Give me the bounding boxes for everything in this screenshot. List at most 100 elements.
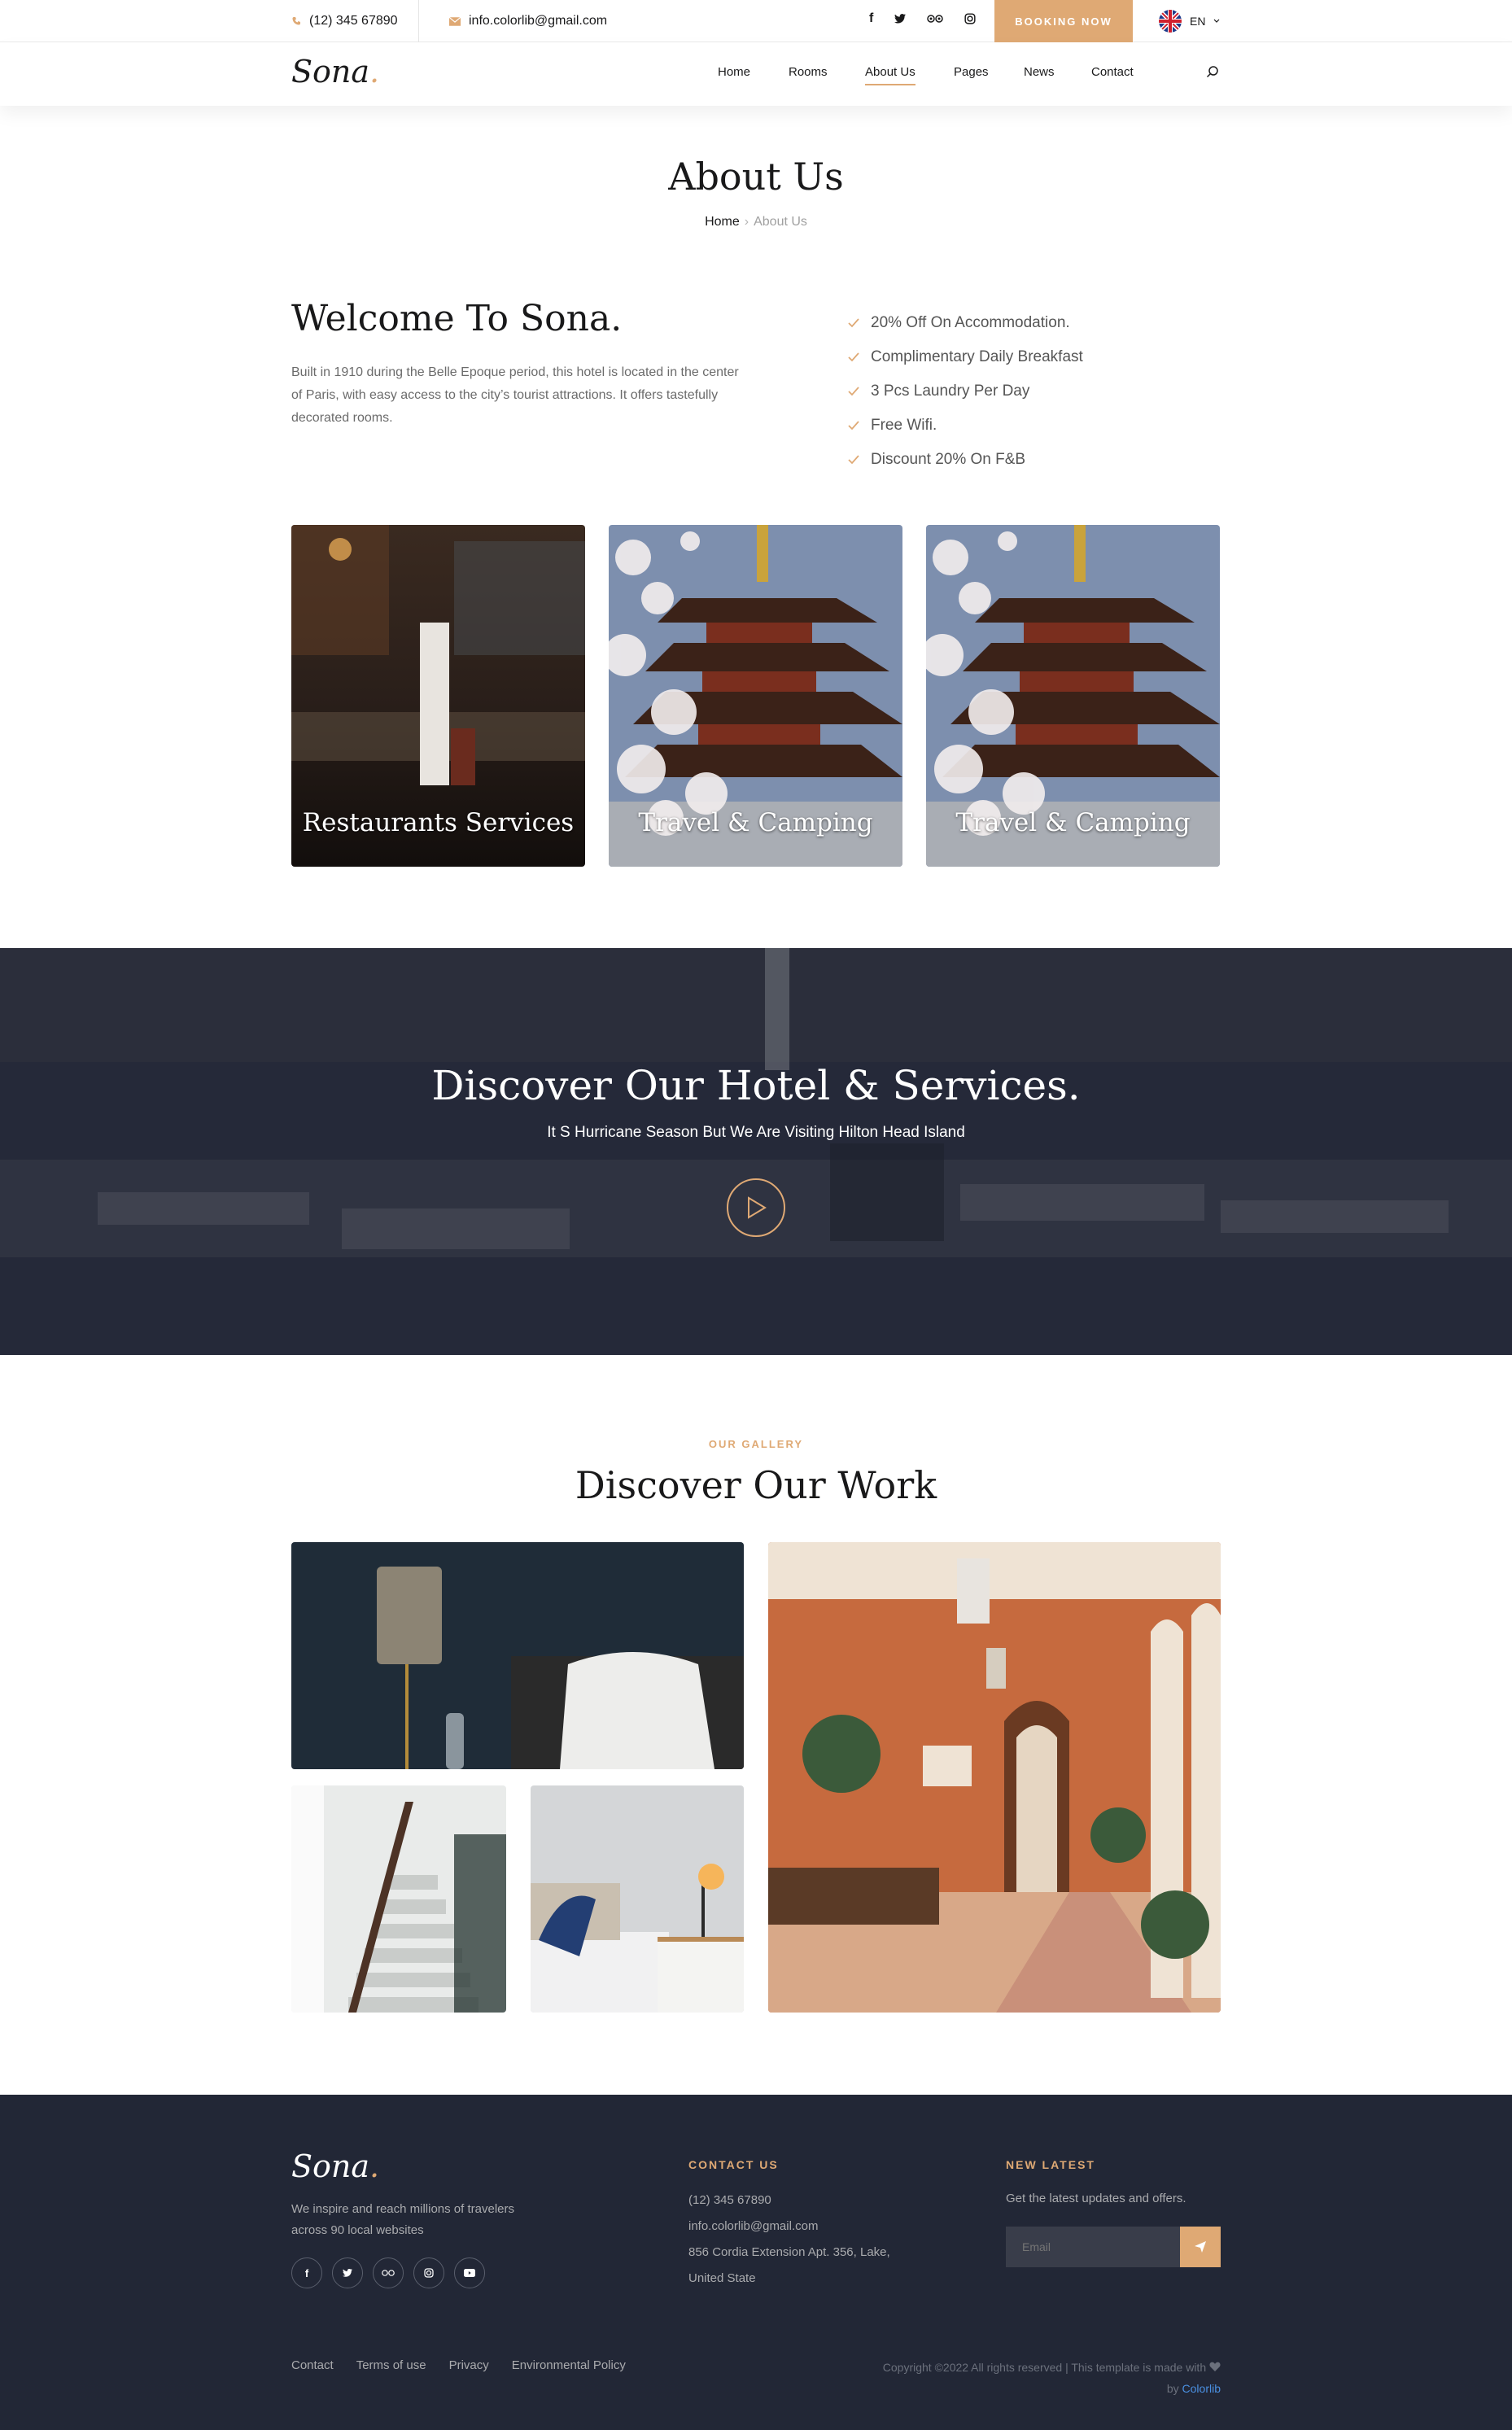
top-bar xyxy=(0,0,1512,42)
welcome-heading: Welcome To Sona. xyxy=(291,298,623,339)
bedside-photo xyxy=(531,1785,744,2013)
footer-contact-address: United State xyxy=(688,2271,756,2285)
footer-contact-email: info.colorlib@gmail.com xyxy=(688,2219,819,2233)
topbar-phone-text: (12) 345 67890 xyxy=(309,14,398,28)
mail-icon xyxy=(449,16,461,26)
breadcrumb-home[interactable]: Home xyxy=(705,215,740,229)
footer-contact-phone: (12) 345 67890 xyxy=(688,2193,771,2207)
play-video-button[interactable] xyxy=(727,1178,785,1237)
heart-icon xyxy=(1209,2362,1221,2371)
footer-link-privacy[interactable]: Privacy xyxy=(449,2358,489,2372)
copyright-text: Copyright ©2022 All rights reserved | Th… xyxy=(882,2361,1207,2374)
feature-text: 20% Off On Accommodation. xyxy=(871,314,1070,331)
service-card-restaurants[interactable]: Restaurants Services xyxy=(291,525,585,867)
page-title: About Us xyxy=(668,155,844,199)
gallery-item-courtyard[interactable] xyxy=(768,1542,1221,2013)
banner-background xyxy=(0,948,1512,1355)
chevron-down-icon xyxy=(1214,19,1220,23)
footer-contact-heading: CONTACT US xyxy=(688,2158,779,2171)
facebook-icon[interactable]: f xyxy=(869,11,873,26)
twitter-icon[interactable] xyxy=(332,2257,363,2288)
instagram-icon[interactable] xyxy=(413,2257,444,2288)
nav-news[interactable]: News xyxy=(1024,65,1055,79)
bedroom-lamp-photo xyxy=(291,1542,744,1769)
feature-text: Complimentary Daily Breakfast xyxy=(871,348,1083,365)
nav-pages[interactable]: Pages xyxy=(954,65,989,79)
footer-links: Contact Terms of use Privacy Environment… xyxy=(291,2358,626,2372)
youtube-icon[interactable] xyxy=(454,2257,485,2288)
tripadvisor-icon[interactable] xyxy=(373,2257,404,2288)
newsletter-email-input[interactable] xyxy=(1006,2227,1180,2267)
copyright: Copyright ©2022 All rights reserved | Th… xyxy=(814,2357,1221,2399)
site-logo[interactable]: Sona. xyxy=(291,54,379,90)
breadcrumb: Home › About Us xyxy=(0,215,1512,229)
footer-logo[interactable]: Sona. xyxy=(291,2148,379,2184)
check-icon xyxy=(848,455,859,465)
phone-icon xyxy=(292,17,300,25)
check-icon xyxy=(848,318,859,328)
footer-social: f xyxy=(291,2257,485,2288)
service-card-travel-1[interactable]: Travel & Camping xyxy=(609,525,902,867)
uk-flag-icon xyxy=(1159,10,1182,33)
language-label: EN xyxy=(1190,15,1206,28)
language-selector[interactable]: EN xyxy=(1159,0,1220,42)
banner-heading: Discover Our Hotel & Services. xyxy=(431,1062,1081,1109)
footer-link-terms[interactable]: Terms of use xyxy=(356,2358,426,2372)
facebook-icon[interactable]: f xyxy=(291,2257,322,2288)
feature-item: Discount 20% On F&B xyxy=(848,443,1083,477)
staircase-photo xyxy=(291,1785,506,2013)
feature-item: Free Wifi. xyxy=(848,409,1083,443)
service-card-title: Travel & Camping xyxy=(638,808,873,837)
gallery-item-staircase[interactable] xyxy=(291,1785,506,2013)
footer-news-text: Get the latest updates and offers. xyxy=(1006,2192,1186,2205)
gallery-item-bedside[interactable] xyxy=(531,1785,744,2013)
instagram-icon[interactable] xyxy=(964,13,976,24)
main-navbar xyxy=(0,42,1512,106)
footer-link-contact[interactable]: Contact xyxy=(291,2358,334,2372)
service-card-travel-2[interactable]: Travel & Camping xyxy=(926,525,1220,867)
feature-item: 20% Off On Accommodation. xyxy=(848,306,1083,340)
send-icon xyxy=(1195,2241,1206,2253)
topbar-email-text: info.colorlib@gmail.com xyxy=(469,14,608,28)
nav-contact[interactable]: Contact xyxy=(1091,65,1134,79)
service-card-title: Travel & Camping xyxy=(955,808,1191,837)
topbar-social: f xyxy=(869,11,976,26)
footer-contact: (12) 345 67890 info.colorlib@gmail.com 8… xyxy=(688,2187,890,2292)
newsletter-submit-button[interactable] xyxy=(1180,2227,1221,2267)
copyright-by: by xyxy=(1166,2382,1179,2395)
breadcrumb-current: About Us xyxy=(754,215,807,229)
tripadvisor-icon[interactable] xyxy=(927,14,944,24)
gallery-item-bedroom-lamp[interactable] xyxy=(291,1542,744,1769)
feature-item: Complimentary Daily Breakfast xyxy=(848,340,1083,374)
topbar-email: info.colorlib@gmail.com xyxy=(449,0,607,42)
booking-now-button[interactable]: BOOKING NOW xyxy=(994,0,1133,42)
gallery-title: Discover Our Work xyxy=(575,1463,937,1507)
topbar-phone: (12) 345 67890 xyxy=(291,0,398,42)
feature-text: 3 Pcs Laundry Per Day xyxy=(871,382,1030,400)
twitter-icon[interactable] xyxy=(894,14,907,24)
breadcrumb-chevron-icon: › xyxy=(744,215,749,229)
footer-contact-address: 856 Cordia Extension Apt. 356, Lake, xyxy=(688,2245,890,2259)
courtyard-photo xyxy=(768,1542,1221,2013)
play-icon xyxy=(748,1196,767,1219)
footer-logo-text: Sona xyxy=(291,2148,370,2184)
video-banner: Discover Our Hotel & Services. It S Hurr… xyxy=(0,948,1512,1355)
colorlib-link[interactable]: Colorlib xyxy=(1182,2382,1221,2395)
gallery-eyebrow: OUR GALLERY xyxy=(708,1438,804,1450)
feature-text: Discount 20% On F&B xyxy=(871,451,1026,468)
service-card-title: Restaurants Services xyxy=(302,808,575,837)
check-icon xyxy=(848,387,859,396)
nav-rooms[interactable]: Rooms xyxy=(789,65,828,79)
footer-link-environmental[interactable]: Environmental Policy xyxy=(512,2358,626,2372)
banner-subheading: It S Hurricane Season But We Are Visitin… xyxy=(547,1124,965,1141)
welcome-text: Built in 1910 during the Belle Epoque pe… xyxy=(291,365,739,425)
feature-list: 20% Off On Accommodation. Complimentary … xyxy=(848,306,1083,477)
check-icon xyxy=(848,352,859,362)
footer-about: We inspire and reach millions of travele… xyxy=(291,2202,515,2237)
topbar-divider xyxy=(418,0,419,42)
nav-home[interactable]: Home xyxy=(718,65,750,79)
search-icon[interactable] xyxy=(1206,65,1219,78)
nav-about-us[interactable]: About Us xyxy=(865,65,916,85)
feature-text: Free Wifi. xyxy=(871,417,937,434)
logo-text: Sona xyxy=(291,54,370,90)
